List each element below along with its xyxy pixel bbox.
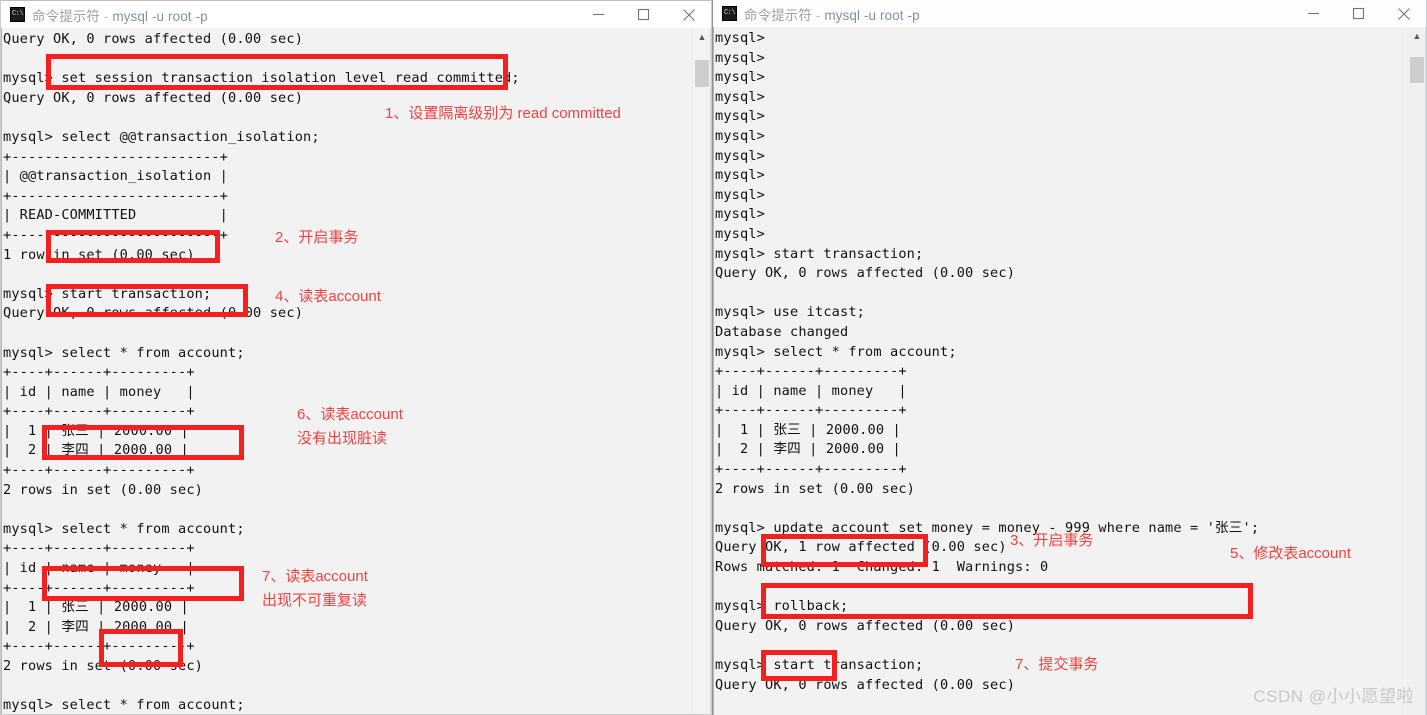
highlight-start-transaction-right <box>761 534 928 567</box>
highlight-commit <box>761 650 837 681</box>
annotation-4: 4、读表account <box>275 288 381 305</box>
highlight-start-transaction-left <box>46 230 220 263</box>
annotation-5: 5、修改表account <box>1230 545 1351 562</box>
highlight-set-isolation <box>46 54 508 90</box>
annotation-7a: 7、读表account <box>262 568 368 585</box>
highlight-update-account <box>761 583 1253 619</box>
highlight-select-account-3 <box>42 566 244 601</box>
highlight-select-account-2 <box>42 425 244 460</box>
annotation-7b: 出现不可重复读 <box>262 592 368 609</box>
annotation-2: 2、开启事务 <box>275 229 359 246</box>
highlight-select-account-1 <box>46 284 248 317</box>
annotation-overlay: 1、设置隔离级别为 read committed 2、开启事务 4、读表accoun… <box>0 0 1427 715</box>
annotation-6a: 6、读表account <box>297 406 403 423</box>
annotation-3: 3、开启事务 <box>1010 532 1094 549</box>
screen: C:\ 命令提示符 - mysql -u root -p Query OK, 0… <box>0 0 1427 715</box>
annotation-1: 1、设置隔离级别为 read committed <box>385 105 621 122</box>
annotation-7c: 7、提交事务 <box>1015 656 1099 673</box>
annotation-6b: 没有出现脏读 <box>297 430 388 447</box>
highlight-money-1001 <box>99 629 183 667</box>
csdn-watermark: CSDN @小小愿望啦 <box>1253 687 1414 706</box>
